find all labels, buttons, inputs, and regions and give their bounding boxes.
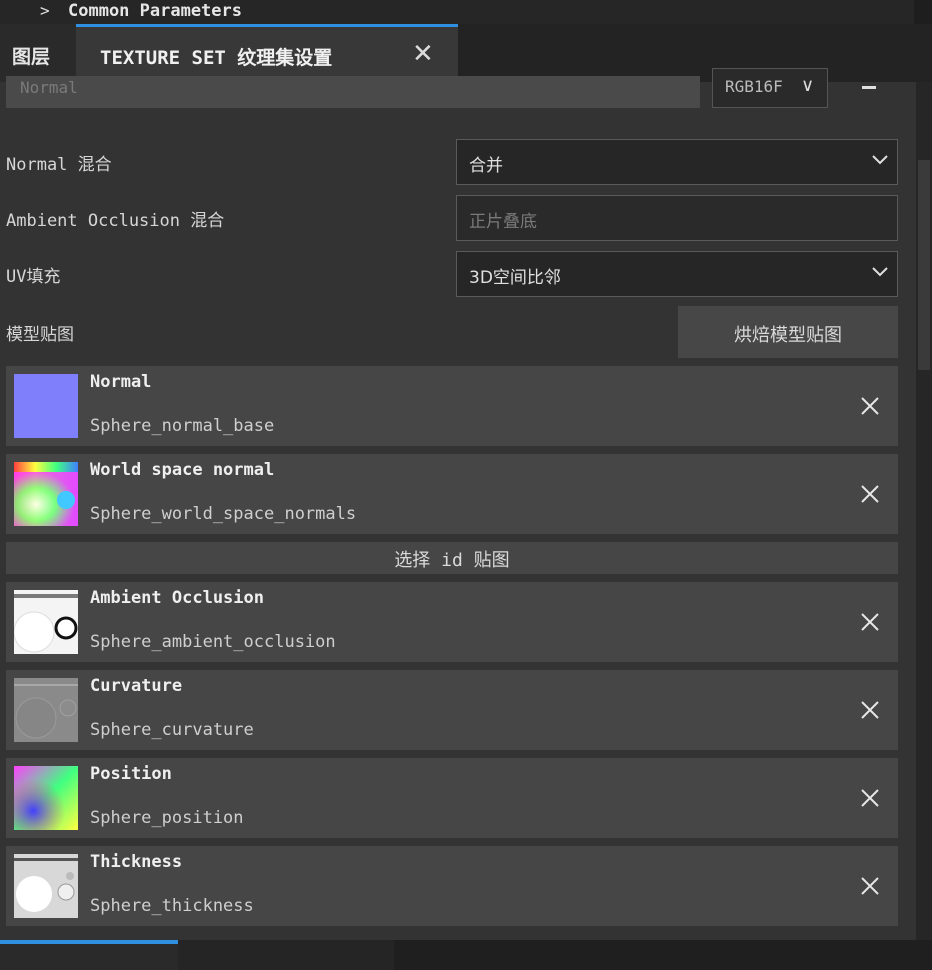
normal-blend-select[interactable]: 合并: [456, 139, 898, 185]
map-title: Ambient Occlusion: [90, 588, 264, 608]
section-title: Common Parameters: [68, 1, 242, 21]
bottom-tab-bar: [0, 940, 932, 970]
chevron-right-icon: >: [40, 1, 50, 20]
tab-texture-set-settings[interactable]: TEXTURE SET 纹理集设置 ✕: [76, 24, 458, 82]
map-title: Position: [90, 764, 172, 784]
map-file: Sphere_world_space_normals: [90, 504, 357, 524]
position-thumbnail: [14, 766, 78, 830]
format-select[interactable]: RGB16F ∨: [712, 68, 828, 108]
normal-map-thumbnail: [14, 374, 78, 438]
map-title: World space normal: [90, 460, 275, 480]
uv-padding-value: 3D空间比邻: [469, 268, 561, 288]
mesh-map-thickness[interactable]: Thickness Sphere_thickness: [6, 846, 898, 926]
close-icon[interactable]: [856, 784, 884, 812]
uv-padding-label: UV填充: [6, 267, 61, 287]
mesh-map-normal[interactable]: Normal Sphere_normal_base: [6, 366, 898, 446]
top-scrollbar[interactable]: [914, 0, 932, 24]
map-title: Thickness: [90, 852, 183, 872]
normal-channel-name-field[interactable]: Normal: [6, 76, 700, 108]
bottom-tab-secondary[interactable]: [178, 940, 394, 970]
minus-icon[interactable]: [858, 78, 882, 98]
close-icon[interactable]: [856, 480, 884, 508]
map-file: Sphere_position: [90, 808, 244, 828]
close-icon[interactable]: [856, 696, 884, 724]
close-icon[interactable]: [856, 392, 884, 420]
normal-blend-label: Normal 混合: [6, 155, 112, 175]
tab-layers-label: 图层: [12, 46, 51, 68]
map-title: Normal: [90, 372, 152, 392]
normal-blend-value: 合并: [469, 156, 503, 176]
curvature-thumbnail: [14, 678, 78, 742]
chevron-down-icon: [871, 150, 889, 168]
map-title: Curvature: [90, 676, 183, 696]
close-icon[interactable]: ✕: [412, 39, 434, 69]
mesh-map-position[interactable]: Position Sphere_position: [6, 758, 898, 838]
ao-blend-label: Ambient Occlusion 混合: [6, 211, 225, 231]
uv-padding-select[interactable]: 3D空间比邻: [456, 251, 898, 297]
world-normal-thumbnail: [14, 462, 78, 526]
mesh-map-world-space-normal[interactable]: World space normal Sphere_world_space_no…: [6, 454, 898, 534]
chevron-down-icon: [871, 262, 889, 280]
ao-blend-value: 正片叠底: [469, 212, 537, 232]
normal-channel-name: Normal: [20, 78, 78, 97]
close-icon[interactable]: [856, 608, 884, 636]
tab-texture-set-label: TEXTURE SET 纹理集设置: [100, 47, 333, 69]
mesh-map-curvature[interactable]: Curvature Sphere_curvature: [6, 670, 898, 750]
mesh-maps-label: 模型贴图: [6, 325, 74, 345]
map-file: Sphere_normal_base: [90, 416, 275, 436]
select-id-map-button[interactable]: 选择 id 贴图: [6, 542, 898, 574]
chevron-down-icon: ∨: [801, 75, 815, 96]
format-value: RGB16F: [725, 77, 783, 96]
map-file: Sphere_thickness: [90, 896, 254, 916]
close-icon[interactable]: [856, 872, 884, 900]
select-id-map-label: 选择 id 贴图: [394, 550, 510, 571]
ao-blend-select: 正片叠底: [456, 195, 898, 241]
tab-layers[interactable]: 图层: [0, 24, 76, 82]
bottom-tab-active[interactable]: [0, 940, 178, 970]
bake-mesh-maps-button[interactable]: 烘焙模型贴图: [678, 306, 898, 358]
bake-button-label: 烘焙模型贴图: [734, 325, 842, 346]
thickness-thumbnail: [14, 854, 78, 918]
common-parameters-header[interactable]: > Common Parameters: [0, 0, 932, 24]
mesh-map-ambient-occlusion[interactable]: Ambient Occlusion Sphere_ambient_occlusi…: [6, 582, 898, 662]
scrollbar-thumb[interactable]: [918, 160, 930, 370]
ambient-occlusion-thumbnail: [13, 590, 78, 654]
map-file: Sphere_curvature: [90, 720, 254, 740]
map-file: Sphere_ambient_occlusion: [90, 632, 336, 652]
